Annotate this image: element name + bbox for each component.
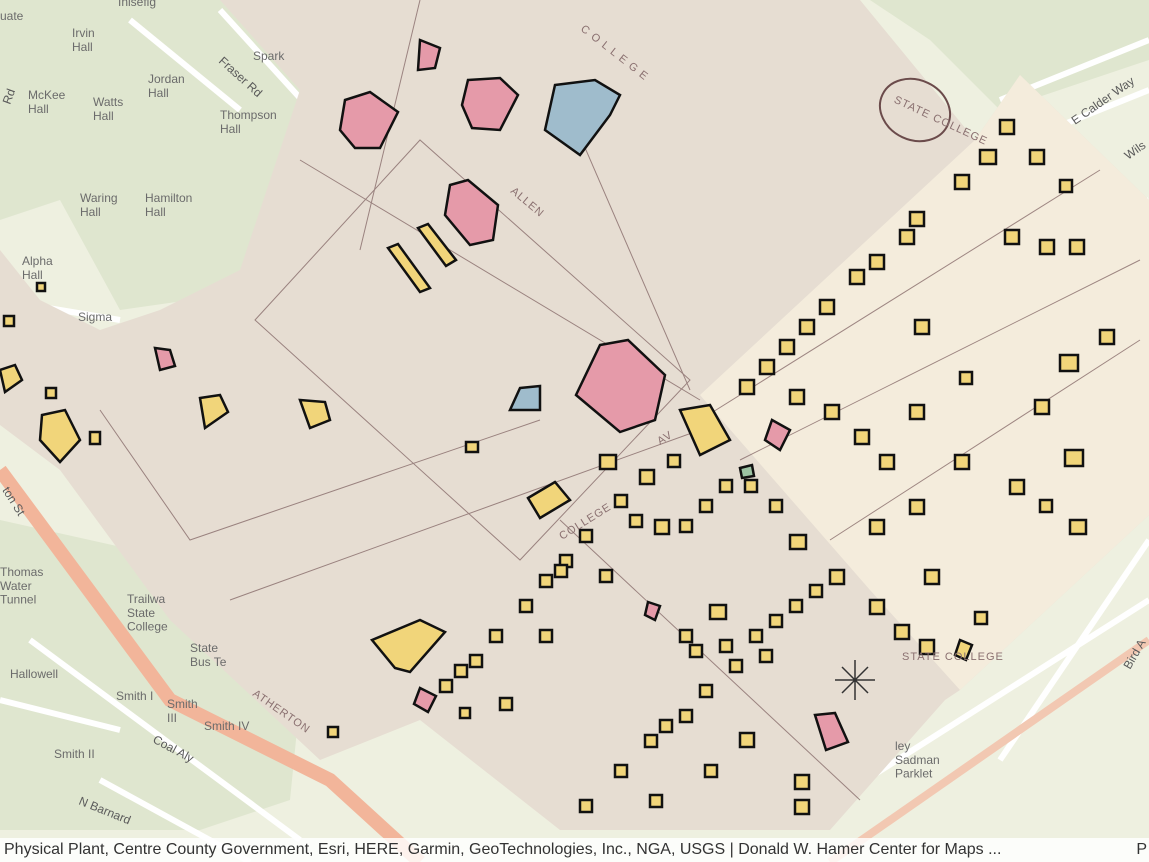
attribution-text: Physical Plant, Centre County Government… [4,841,1002,858]
label-irvin-hall: Irvin Hall [72,26,95,54]
label-smith-iv: Smith IV [204,719,249,733]
attribution-trailing: P [1136,841,1147,858]
special-building [738,463,756,480]
label-spark: Spark [253,49,285,63]
label-smith-i: Smith I [116,689,153,703]
label-inisefig: Inisefig [118,0,156,9]
label-hallowell: Hallowell [10,667,58,681]
label-sigma: Sigma [78,310,112,324]
label-state-small: STATE COLLEGE [902,651,1004,663]
label-uate: uate [0,9,24,23]
label-smith-ii: Smith II [54,747,95,761]
map-canvas[interactable]: STATE COLLEGE Irvin Hall Jordan Hall McK… [0,0,1149,862]
attribution-bar: Physical Plant, Centre County Government… [0,838,1149,862]
